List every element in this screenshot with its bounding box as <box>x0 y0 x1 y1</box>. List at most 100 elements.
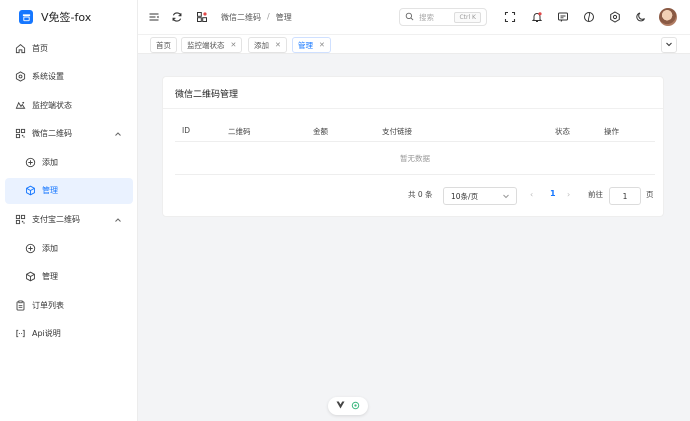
close-icon[interactable]: ✕ <box>231 41 237 49</box>
cube-icon <box>24 271 36 283</box>
top-header: 微信二维码 / 管理 搜索 Ctrl K <box>138 0 690 34</box>
floating-devtools[interactable] <box>328 397 368 415</box>
prev-page-icon[interactable]: ‹ <box>530 190 533 199</box>
sidebar-item-label: 首页 <box>32 43 48 53</box>
tabs-more-button[interactable] <box>661 37 677 53</box>
tab-label: 监控端状态 <box>187 40 225 50</box>
sidebar-item-label: 系统设置 <box>32 72 64 82</box>
sidebar-item-label: 添加 <box>42 243 58 253</box>
target-icon[interactable] <box>351 401 360 412</box>
empty-text: 暂无数据 <box>400 153 430 163</box>
qrcode-icon <box>14 128 26 140</box>
search-placeholder: 搜索 <box>419 12 434 22</box>
sidebar-item-alipay-add[interactable]: 添加 <box>5 235 133 261</box>
layout-icon[interactable] <box>195 10 208 23</box>
column-header-pay-link: 支付链接 <box>382 127 412 136</box>
pagination-total: 共 0 条 <box>408 190 433 199</box>
sidebar-item-wechat-add[interactable]: 添加 <box>5 149 133 175</box>
chevron-up-icon <box>114 216 122 226</box>
monitor-status-icon <box>14 99 26 111</box>
tab-label: 添加 <box>254 40 269 50</box>
column-header-id: ID <box>182 126 190 135</box>
app-title: V免签-fox <box>41 11 92 24</box>
breadcrumb: 微信二维码 / 管理 <box>221 12 292 23</box>
sidebar-item-wechat-qrcode[interactable]: 微信二维码 <box>5 121 133 147</box>
sidebar-item-alipay-manage[interactable]: 管理 <box>5 264 133 290</box>
card-title: 微信二维码管理 <box>175 90 239 100</box>
page-suffix: 页 <box>646 190 654 199</box>
tab-monitor-status[interactable]: 监控端状态 ✕ <box>181 37 243 53</box>
chevron-up-icon <box>114 130 122 140</box>
sidebar-item-label: 添加 <box>42 157 58 167</box>
gear-icon[interactable] <box>608 10 621 23</box>
qrcode-manage-card: 微信二维码管理 ID 二维码 金额 支付链接 状态 操作 暂无数据 共 0 条 … <box>162 76 664 217</box>
sidebar-item-label: 管理 <box>42 186 58 196</box>
breadcrumb-item-current: 管理 <box>275 13 292 22</box>
refresh-icon[interactable] <box>170 10 183 23</box>
palette-icon[interactable] <box>582 10 595 23</box>
goto-page-value: 1 <box>622 191 628 201</box>
breadcrumb-separator: / <box>267 12 270 21</box>
goto-page-input[interactable]: 1 <box>609 187 641 205</box>
close-icon[interactable]: ✕ <box>319 41 325 49</box>
divider <box>163 108 663 109</box>
table-header: ID 二维码 金额 支付链接 状态 操作 <box>175 122 655 142</box>
page-size-value: 10条/页 <box>451 191 479 201</box>
sidebar-item-label: 监控端状态 <box>32 100 72 110</box>
chevron-down-icon <box>665 40 673 50</box>
sidebar-item-api-docs[interactable]: Api说明 <box>5 321 133 347</box>
plus-circle-icon <box>24 156 36 168</box>
sidebar-item-label: 管理 <box>42 272 58 282</box>
tab-add[interactable]: 添加 ✕ <box>248 37 287 53</box>
page-size-select[interactable]: 10条/页 <box>443 187 517 205</box>
search-icon <box>405 12 414 23</box>
fullscreen-icon[interactable] <box>503 10 516 23</box>
logo-icon <box>19 10 33 24</box>
sidebar-nav: 首页 系统设置 监控端状态 微信二维码 添加 管理 支付宝二维码 添加 管理 订… <box>5 35 133 350</box>
search-box[interactable]: 搜索 Ctrl K <box>399 8 487 26</box>
sidebar-item-label: 支付宝二维码 <box>32 215 80 225</box>
sidebar-item-orders[interactable]: 订单列表 <box>5 292 133 318</box>
sidebar: V免签-fox 首页 系统设置 监控端状态 微信二维码 添加 管理 支付宝二维码… <box>0 0 138 421</box>
settings-hex-icon <box>14 71 26 83</box>
moon-icon[interactable] <box>634 10 647 23</box>
table-empty-state: 暂无数据 <box>175 142 655 175</box>
message-icon[interactable] <box>556 10 569 23</box>
plus-circle-icon <box>24 242 36 254</box>
column-header-actions: 操作 <box>604 127 619 136</box>
qrcode-icon <box>14 214 26 226</box>
sidebar-item-alipay-qrcode[interactable]: 支付宝二维码 <box>5 207 133 233</box>
sidebar-item-home[interactable]: 首页 <box>5 35 133 61</box>
qrcode-table: ID 二维码 金额 支付链接 状态 操作 暂无数据 <box>175 122 655 175</box>
avatar[interactable] <box>659 8 677 26</box>
tabs-bar: 首页 监控端状态 ✕ 添加 ✕ 管理 ✕ <box>138 34 690 54</box>
next-page-icon[interactable]: › <box>567 190 570 199</box>
clipboard-icon <box>14 299 26 311</box>
cube-icon <box>24 185 36 197</box>
bell-icon[interactable] <box>530 10 543 23</box>
sidebar-item-label: 订单列表 <box>32 300 64 310</box>
search-shortcut-badge: Ctrl K <box>454 12 481 23</box>
code-brackets-icon <box>14 328 26 340</box>
menu-fold-icon[interactable] <box>147 10 160 23</box>
sidebar-item-monitor-status[interactable]: 监控端状态 <box>5 92 133 118</box>
tab-label: 首页 <box>156 40 171 50</box>
column-header-qrcode: 二维码 <box>228 127 251 136</box>
sidebar-item-wechat-manage[interactable]: 管理 <box>5 177 133 204</box>
home-icon <box>14 42 26 54</box>
tab-label: 管理 <box>298 40 313 50</box>
goto-label: 前往 <box>588 190 603 199</box>
close-icon[interactable]: ✕ <box>275 41 281 49</box>
column-header-status: 状态 <box>555 127 570 136</box>
sidebar-item-label: 微信二维码 <box>32 129 72 139</box>
tab-manage[interactable]: 管理 ✕ <box>292 37 331 53</box>
column-header-amount: 金额 <box>313 127 328 136</box>
chevron-down-icon <box>502 192 510 202</box>
page-number-current[interactable]: 1 <box>550 189 556 198</box>
breadcrumb-item[interactable]: 微信二维码 <box>221 12 261 23</box>
vue-logo-icon[interactable] <box>336 401 345 411</box>
sidebar-item-settings[interactable]: 系统设置 <box>5 64 133 90</box>
sidebar-item-label: Api说明 <box>32 329 61 339</box>
tab-home[interactable]: 首页 <box>150 37 177 53</box>
app-logo[interactable]: V免签-fox <box>19 8 91 26</box>
